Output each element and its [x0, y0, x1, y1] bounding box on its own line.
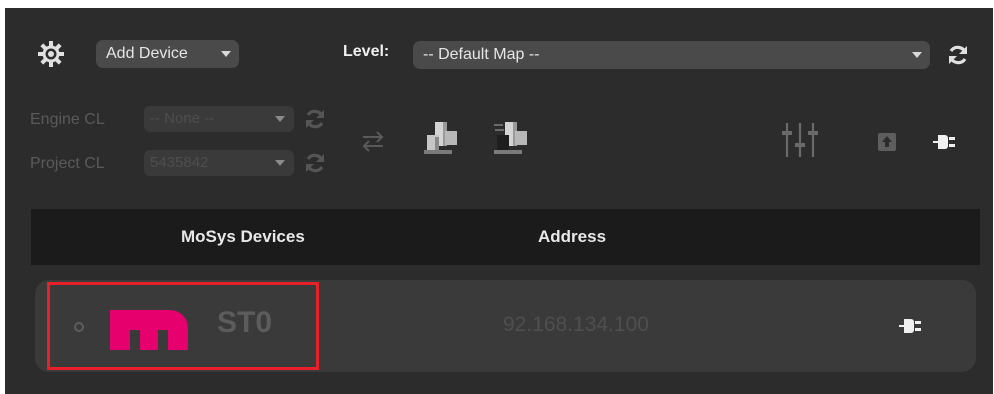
refresh-icon[interactable]	[303, 107, 327, 131]
plug-icon[interactable]	[933, 133, 957, 151]
column-header-devices: MoSys Devices	[181, 227, 305, 246]
highlight-box	[47, 282, 319, 370]
table-header: MoSys Devices Address	[31, 209, 980, 265]
level-value: -- Default Map --	[423, 46, 540, 63]
engine-cl-value: -- None --	[150, 110, 215, 127]
column-header-address: Address	[538, 227, 607, 246]
sliders-icon[interactable]	[780, 121, 820, 159]
chevron-down-icon	[275, 160, 285, 166]
level-label: Level:	[343, 43, 390, 60]
device-address: 92.168.134.100	[503, 313, 649, 336]
gear-icon[interactable]	[36, 39, 66, 69]
add-device-dropdown[interactable]: Add Device	[96, 40, 239, 68]
plug-icon[interactable]	[899, 317, 923, 335]
chevron-down-icon	[221, 51, 231, 57]
chevron-down-icon	[275, 116, 285, 122]
engine-cl-select[interactable]: -- None --	[144, 106, 294, 132]
add-device-label: Add Device	[106, 45, 188, 62]
level-select[interactable]: -- Default Map --	[413, 41, 930, 69]
chevron-down-icon	[912, 52, 922, 58]
top-margin	[5, 0, 994, 8]
refresh-icon[interactable]	[946, 43, 970, 67]
build-icon[interactable]	[421, 119, 461, 157]
project-cl-value: 5435842	[150, 154, 209, 171]
build-alt-icon[interactable]	[491, 119, 531, 157]
swap-icon[interactable]	[360, 130, 386, 152]
project-cl-label: Project CL	[30, 155, 105, 172]
engine-cl-label: Engine CL	[30, 111, 105, 128]
project-cl-select[interactable]: 5435842	[144, 150, 294, 176]
refresh-icon[interactable]	[303, 151, 327, 175]
upload-icon[interactable]	[878, 133, 896, 151]
